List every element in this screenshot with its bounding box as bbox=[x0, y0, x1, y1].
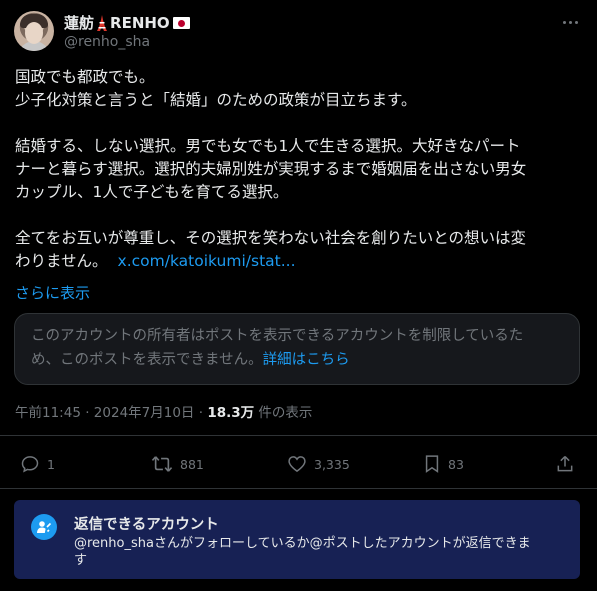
tokyo-tower-icon bbox=[97, 14, 108, 31]
tweet-line: 国政でも都政でも。 bbox=[15, 68, 155, 86]
more-dot-icon bbox=[562, 20, 566, 24]
more-dot-icon bbox=[574, 20, 578, 24]
post-meta: 午前11:45 · 2024年7月10日 · 18.3万 件の表示 bbox=[15, 401, 312, 421]
repost-button[interactable]: 881 bbox=[151, 454, 204, 474]
tweet-line-gap bbox=[15, 112, 580, 135]
show-more-link[interactable]: さらに表示 bbox=[15, 282, 90, 303]
display-name-suffix[interactable]: RENHO bbox=[110, 14, 170, 32]
bookmark-count: 83 bbox=[448, 456, 464, 472]
reply-icon bbox=[21, 456, 39, 473]
tweet-text: 国政でも都政でも。 少子化対策と言うと「結婚」のための政策が目立ちます。 結婚す… bbox=[15, 66, 580, 273]
tweet-line: 結婚する、しない選択。男でも女でも1人で生きる選択。大好きなパート bbox=[15, 137, 521, 155]
post-date[interactable]: 2024年7月10日 bbox=[94, 405, 195, 421]
notice-text-line2: め、このポストを表示できません。詳細はこちら bbox=[31, 348, 563, 372]
tweet-line: ナーと暮らす選択。選択的夫婦別姓が実現するまで婚姻届を出さない男女 bbox=[15, 160, 527, 178]
restricted-post-notice: このアカウントの所有者はポストを表示できるアカウントを制限しているた め、このポ… bbox=[14, 313, 580, 385]
meta-separator: · bbox=[85, 405, 90, 421]
like-button[interactable]: 3,335 bbox=[287, 454, 350, 474]
notice-text: このアカウントの所有者はポストを表示できるアカウントを制限しているた bbox=[31, 328, 524, 344]
reply-count: 1 bbox=[47, 456, 55, 472]
author-handle[interactable]: @renho_sha bbox=[64, 34, 150, 50]
more-options-button[interactable] bbox=[558, 12, 582, 32]
tweet-line-gap bbox=[15, 204, 580, 227]
views-label: 件の表示 bbox=[258, 405, 313, 421]
heart-icon bbox=[288, 456, 306, 473]
reply-button[interactable]: 1 bbox=[20, 454, 55, 474]
divider bbox=[0, 435, 597, 436]
repost-count: 881 bbox=[180, 456, 204, 472]
meta-separator: · bbox=[198, 405, 204, 421]
author-name-row[interactable]: 蓮舫 RENHO bbox=[64, 12, 190, 33]
views-count: 18.3万 bbox=[207, 405, 255, 421]
tweet-line: 少子化対策と言うと「結婚」のための政策が目立ちます。 bbox=[15, 91, 417, 109]
divider bbox=[0, 488, 597, 489]
reply-restriction-line: @renho_shaさんがフォローしているか@ポストしたアカウントが返信できま bbox=[74, 536, 531, 551]
tweet-line: 全てをお互いが尊重し、その選択を笑わない社会を創りたいとの想いは変 bbox=[15, 229, 527, 247]
learn-more-link[interactable]: 詳細はこちら bbox=[263, 352, 350, 368]
share-button[interactable] bbox=[555, 454, 575, 474]
action-bar: 1 881 3,335 83 bbox=[0, 446, 597, 486]
reply-restriction-banner: 返信できるアカウント @renho_shaさんがフォローしているか@ポストしたア… bbox=[14, 500, 580, 579]
mention-user-icon bbox=[31, 514, 57, 540]
notice-text-2: め、このポストを表示できません。 bbox=[31, 352, 263, 368]
tweet-header: 蓮舫 RENHO @renho_sha bbox=[0, 0, 597, 62]
tweet-line-last: わりません。 x.com/katoikumi/stat... bbox=[15, 250, 580, 273]
tweet-line-text: わりません。 bbox=[15, 252, 108, 270]
reply-restriction-line: す bbox=[74, 553, 88, 568]
repost-icon bbox=[151, 456, 173, 472]
more-dot-icon bbox=[568, 20, 572, 24]
display-name[interactable]: 蓮舫 bbox=[64, 12, 94, 33]
post-time[interactable]: 午前11:45 bbox=[15, 405, 81, 421]
reply-restriction-description: @renho_shaさんがフォローしているか@ポストしたアカウントが返信できま … bbox=[74, 535, 574, 569]
like-count: 3,335 bbox=[314, 456, 350, 472]
avatar[interactable] bbox=[14, 11, 54, 51]
share-icon bbox=[557, 455, 573, 472]
bookmark-button[interactable]: 83 bbox=[423, 454, 464, 474]
quoted-post-link[interactable]: x.com/katoikumi/stat... bbox=[118, 252, 296, 270]
reply-restriction-title: 返信できるアカウント bbox=[74, 517, 219, 533]
bookmark-icon bbox=[425, 455, 439, 473]
tweet-line: カップル、1人で子どもを育てる選択。 bbox=[15, 183, 289, 201]
japan-flag-icon bbox=[172, 16, 190, 29]
